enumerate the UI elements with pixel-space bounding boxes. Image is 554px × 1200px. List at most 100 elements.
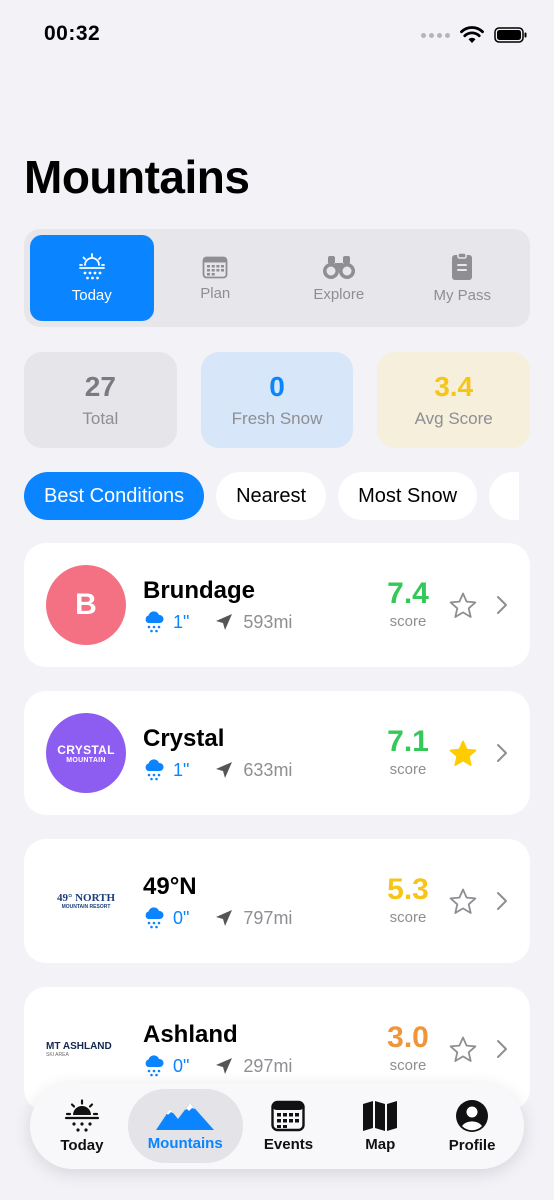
tab-label: Explore [313,285,365,303]
stat-total: 27 Total [24,352,177,448]
snow-amount: 0" [173,1055,190,1076]
pass-icon [452,252,473,280]
snow-amount: 0" [173,907,190,928]
chevron-right-icon [497,744,507,762]
tabbar-today[interactable]: Today [36,1089,128,1163]
mountain-meta: 0" 797mi [143,907,292,929]
tabbar-label: Today [60,1136,104,1154]
score-label: score [389,613,427,630]
logo-subtext: MOUNTAIN RESORT [61,904,111,910]
score-label: score [389,1057,427,1074]
map-icon [363,1100,398,1131]
logo-text: B [75,588,97,621]
segmented-tabs: Today Plan Explore My Pass [24,229,530,327]
tab-explore[interactable]: Explore [277,235,401,321]
score-value: 5.3 [387,873,429,906]
tab-plan[interactable]: Plan [154,235,278,321]
filter-chips: Best Conditions Nearest Most Snow [24,472,554,520]
star-icon[interactable] [448,1035,478,1065]
score-value: 3.0 [387,1021,429,1054]
status-icons [421,26,528,44]
tab-my-pass[interactable]: My Pass [401,235,525,321]
score-label: score [389,761,427,778]
tabbar-label: Events [263,1135,314,1153]
bottom-tab-bar: Today Mountains Events Map Profile [30,1083,524,1169]
tabbar-profile[interactable]: Profile [426,1089,518,1163]
stat-avg-score: 3.4 Avg Score [377,352,531,448]
mountain-logo: B [46,565,126,645]
binoculars-icon [322,255,355,279]
mountain-name: Brundage [143,577,256,604]
filter-most-snow[interactable]: Most Snow [338,472,478,520]
tab-today[interactable]: Today [30,235,154,321]
score: 5.3 score [374,873,442,926]
chevron-right-icon [497,892,507,910]
signal-icon [421,32,450,38]
mountain-meta: 0" 297mi [143,1055,292,1077]
snow-cloud-icon [145,907,164,929]
snow-amount: 1" [173,759,190,780]
star-filled-icon[interactable] [448,739,478,769]
logo-text: CRYSTAL [57,742,115,757]
location-arrow-icon [216,910,233,926]
mountain-meta: 1" 633mi [143,759,292,781]
status-bar: 00:32 [0,0,554,70]
mountain-name: 49°N [143,873,197,900]
wifi-icon [460,26,484,43]
tabbar-map[interactable]: Map [334,1089,426,1163]
score: 7.1 score [374,725,442,778]
snow-amount: 1" [173,611,190,632]
tabbar-mountains[interactable]: Mountains [127,1089,243,1163]
stat-value: 27 [84,371,116,402]
mountain-meta: 1" 593mi [143,611,292,633]
logo-subtext: MOUNTAIN [66,756,106,764]
filter-best-conditions[interactable]: Best Conditions [24,472,205,520]
stat-label: Avg Score [414,409,493,428]
sun-snow-icon [64,1098,100,1132]
stats-row: 27 Total 0 Fresh Snow 3.4 Avg Score [24,352,531,448]
page-title: Mountains [24,151,250,203]
mountain-card-brundage[interactable]: B Brundage 1" 593mi 7.4 score [24,543,530,667]
distance: 297mi [243,1055,293,1076]
mountain-logo: CRYSTAL MOUNTAIN [46,713,126,793]
filter-more[interactable] [489,472,520,520]
tab-label: My Pass [433,286,491,304]
star-icon[interactable] [448,887,478,917]
location-arrow-icon [216,614,233,630]
snow-cloud-icon [145,759,164,781]
score: 7.4 score [374,577,442,630]
stat-value: 3.4 [434,371,474,402]
distance: 797mi [243,907,293,928]
chevron-right-icon [497,1040,507,1058]
snow-cloud-icon [145,1055,164,1077]
mountain-card-crystal[interactable]: CRYSTAL MOUNTAIN Crystal 1" 633mi 7.1 sc… [24,691,530,815]
score: 3.0 score [374,1021,442,1074]
star-icon[interactable] [448,591,478,621]
location-arrow-icon [216,1058,233,1074]
score-value: 7.4 [387,577,429,610]
status-time: 00:32 [44,22,101,45]
calendar-icon [202,256,228,278]
tabbar-label: Profile [448,1136,496,1154]
mountain-name: Ashland [143,1021,238,1048]
mountains-icon [156,1102,215,1130]
tab-label: Today [71,286,112,304]
stat-label: Fresh Snow [231,409,323,428]
tabbar-label: Mountains [147,1134,223,1152]
mountain-logo: 49° NORTH MOUNTAIN RESORT [46,861,126,941]
tabbar-events[interactable]: Events [243,1089,335,1163]
tabbar-label: Map [365,1135,396,1153]
stat-fresh-snow: 0 Fresh Snow [200,352,354,448]
logo-subtext: SKI AREA [46,1051,69,1058]
stat-label: Total [82,409,119,428]
location-arrow-icon [216,762,233,778]
profile-icon [456,1099,489,1132]
score-value: 7.1 [387,725,429,758]
distance: 633mi [243,759,293,780]
mountain-card-49n[interactable]: 49° NORTH MOUNTAIN RESORT 49°N 0" 797mi … [24,839,530,963]
filter-nearest[interactable]: Nearest [216,472,327,520]
chevron-right-icon [497,596,507,614]
sun-snow-icon [78,252,105,279]
mountain-name: Crystal [143,725,225,752]
score-label: score [389,909,427,926]
